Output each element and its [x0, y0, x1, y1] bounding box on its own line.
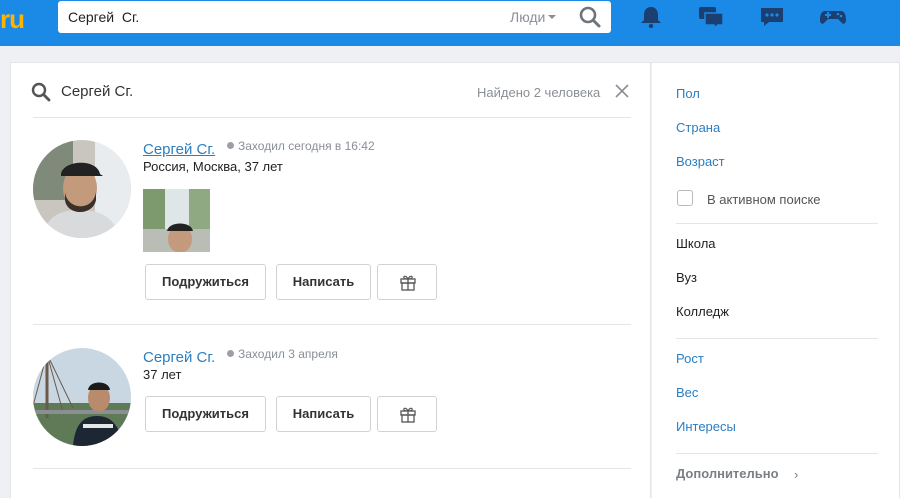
filter-interests[interactable]: Интересы: [676, 419, 736, 434]
bell-icon: [641, 7, 661, 29]
gift-icon: [400, 275, 416, 291]
person-info: Россия, Москва, 37 лет: [143, 159, 283, 174]
search-scope-select[interactable]: Люди: [510, 9, 557, 25]
messages-icon: [699, 7, 724, 30]
top-bar: ru Люди: [0, 0, 900, 46]
status-dot: [227, 350, 234, 357]
close-icon[interactable]: [614, 83, 630, 99]
search-results-panel: Сергей Сг. Найдено 2 человека Сергей Сг.…: [10, 62, 651, 498]
chevron-right-icon: ›: [794, 467, 799, 482]
write-message-button[interactable]: Написать: [276, 396, 371, 432]
divider: [33, 117, 631, 118]
divider: [676, 223, 878, 224]
add-friend-button[interactable]: Подружиться: [145, 396, 266, 432]
divider: [676, 338, 878, 339]
search-icon: [579, 6, 601, 28]
divider: [676, 453, 878, 454]
search-scope-label: Люди: [510, 9, 546, 25]
photo-thumbnail[interactable]: [143, 189, 210, 252]
filter-weight[interactable]: Вес: [676, 385, 698, 400]
filter-college[interactable]: Колледж: [676, 304, 729, 319]
chat-icon: [761, 8, 783, 26]
status-dot: [227, 142, 234, 149]
avatar[interactable]: [33, 140, 131, 238]
search-button[interactable]: [576, 4, 604, 30]
divider: [33, 324, 631, 325]
add-friend-button[interactable]: Подружиться: [145, 264, 266, 300]
last-seen-text: Заходил 3 апреля: [238, 347, 338, 361]
games-button[interactable]: [818, 4, 848, 30]
messages-button[interactable]: [696, 4, 726, 30]
found-count: Найдено 2 человека: [477, 85, 601, 100]
gamepad-icon: [820, 11, 846, 24]
filter-gender[interactable]: Пол: [676, 86, 700, 101]
filter-university[interactable]: Вуз: [676, 270, 697, 285]
filter-school[interactable]: Школа: [676, 236, 716, 251]
search-box: Люди: [58, 1, 611, 33]
last-seen-text: Заходил сегодня в 16:42: [238, 139, 375, 153]
last-seen: Заходил 3 апреля: [227, 347, 338, 361]
search-query: Сергей Сг.: [61, 83, 134, 100]
search-input[interactable]: [68, 1, 498, 33]
filter-sidebar: Пол Страна Возраст В активном поиске Шко…: [652, 62, 900, 498]
write-message-button[interactable]: Написать: [276, 264, 371, 300]
person-name-link[interactable]: Сергей Сг.: [143, 141, 215, 158]
filter-height[interactable]: Рост: [676, 351, 704, 366]
send-gift-button[interactable]: [377, 396, 437, 432]
person-info: 37 лет: [143, 367, 182, 382]
send-gift-button[interactable]: [377, 264, 437, 300]
chat-button[interactable]: [757, 4, 787, 30]
notifications-button[interactable]: [636, 4, 666, 30]
filter-country[interactable]: Страна: [676, 120, 720, 135]
last-seen: Заходил сегодня в 16:42: [227, 139, 375, 153]
gift-icon: [400, 407, 416, 423]
active-search-checkbox[interactable]: [677, 190, 693, 206]
person-name-link[interactable]: Сергей Сг.: [143, 349, 215, 366]
active-search-label: В активном поиске: [707, 192, 821, 207]
site-logo[interactable]: ru: [0, 4, 25, 35]
search-icon: [31, 82, 51, 102]
more-filters-toggle[interactable]: Дополнительно: [676, 466, 779, 481]
divider: [33, 468, 631, 469]
chevron-down-icon: [548, 15, 557, 19]
avatar[interactable]: [33, 348, 131, 446]
filter-age[interactable]: Возраст: [676, 154, 725, 169]
